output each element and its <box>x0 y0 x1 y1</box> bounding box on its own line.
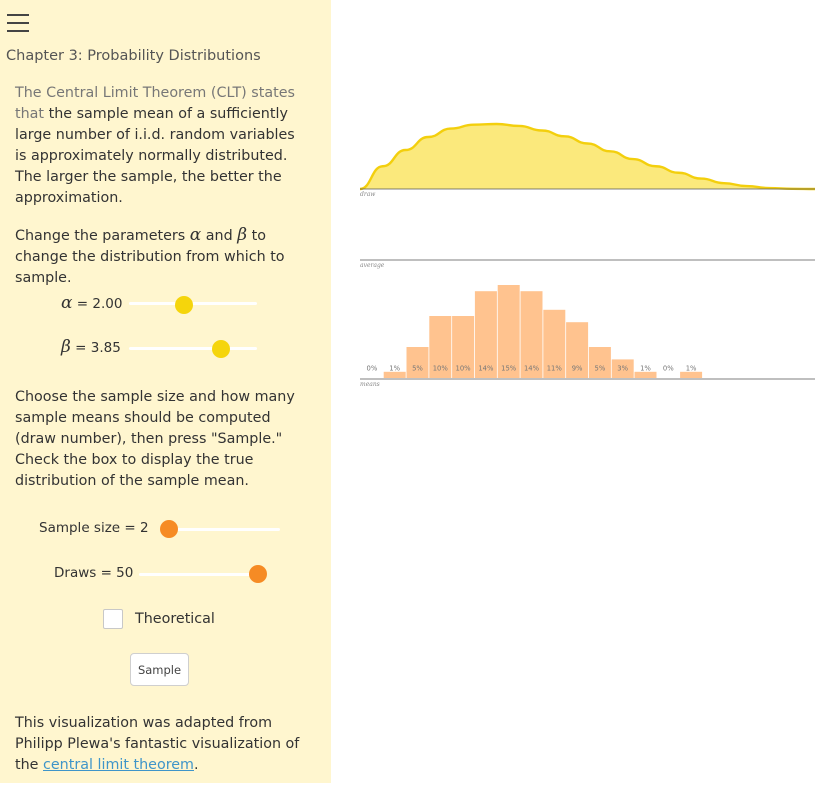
histogram-bar-label: 0% <box>663 365 674 373</box>
histogram-bar-label: 1% <box>389 365 400 373</box>
sample-size-slider-track[interactable] <box>160 528 280 531</box>
sample-button[interactable]: Sample <box>130 653 189 686</box>
density-chart <box>359 122 816 191</box>
histogram-bar-label: 15% <box>501 365 517 373</box>
histogram-bar-label: 14% <box>524 365 540 373</box>
beta-label-value: = 3.85 <box>75 340 121 356</box>
sample-size-label: Sample size = 2 <box>39 520 149 536</box>
histogram-bar <box>383 371 406 378</box>
intro-rest: the sample mean of a sufficiently large … <box>15 106 295 206</box>
credit-paragraph: This visualization was adapted from Phil… <box>15 713 310 776</box>
alpha-label: α = 2.00 <box>61 293 122 313</box>
params-and: and <box>205 228 233 244</box>
alpha-label-value: = 2.00 <box>76 296 123 312</box>
histogram-bar-label: 10% <box>456 365 472 373</box>
histogram-bar-label: 5% <box>412 365 423 373</box>
beta-label: β = 3.85 <box>61 337 121 357</box>
density-area <box>360 124 815 189</box>
histogram-chart: 0% 1% 5% 10% 10% 14% 15% 14% 11% 9% 5% 3% 1% 0% 1% <box>367 285 703 378</box>
beta-symbol: β <box>237 225 248 245</box>
average-axis-label: average <box>360 262 385 269</box>
histogram-bar <box>634 371 657 378</box>
visualization-panel: draw average 0% 1% 5% 10% 10% 14% 15% 14% 11% 9% 5… <box>331 0 826 783</box>
means-axis-label: means <box>360 381 380 388</box>
beta-slider-track[interactable] <box>129 347 257 350</box>
chapter-title[interactable]: Chapter 3: Probability Distributions <box>6 48 261 64</box>
histogram-bar-label: 1% <box>640 365 651 373</box>
draws-slider-track[interactable] <box>139 573 267 576</box>
theoretical-label[interactable]: Theoretical <box>135 611 215 627</box>
histogram-bar-label: 9% <box>572 365 583 373</box>
histogram-bar-label: 14% <box>478 365 494 373</box>
draw-axis-label: draw <box>360 191 376 198</box>
credit-period: . <box>194 757 199 773</box>
histogram-bar-label: 5% <box>595 365 606 373</box>
alpha-label-symbol: α <box>61 293 73 313</box>
sidebar: Chapter 3: Probability Distributions The… <box>0 0 331 783</box>
histogram-bar <box>680 371 703 378</box>
beta-slider-thumb[interactable] <box>211 340 230 358</box>
theoretical-checkbox[interactable] <box>103 609 123 629</box>
hamburger-menu-icon[interactable] <box>7 11 33 37</box>
params-pre: Change the parameters <box>15 228 186 244</box>
alpha-symbol: α <box>189 225 202 245</box>
clt-link[interactable]: central limit theorem <box>43 757 194 773</box>
sample-size-slider-thumb[interactable] <box>160 520 178 538</box>
visualization-svg: draw average 0% 1% 5% 10% 10% 14% 15% 14% 11% 9% 5… <box>359 122 816 388</box>
draws-slider-thumb[interactable] <box>249 565 267 583</box>
params-paragraph: Change the parameters α and β to change … <box>15 225 310 289</box>
intro-paragraph: The Central Limit Theorem (CLT) states t… <box>15 83 310 209</box>
histogram-bar <box>406 347 429 378</box>
histogram-bar-label: 1% <box>686 365 697 373</box>
histogram-bar-label: 0% <box>367 365 378 373</box>
beta-label-symbol: β <box>61 337 71 357</box>
histogram-bar-label: 3% <box>617 365 628 373</box>
draws-label: Draws = 50 <box>54 565 134 581</box>
histogram-bar-label: 10% <box>433 365 449 373</box>
sample-instructions: Choose the sample size and how many samp… <box>15 389 295 489</box>
histogram-bar-label: 11% <box>547 365 563 373</box>
alpha-slider-thumb[interactable] <box>175 296 194 314</box>
histogram-bar <box>588 347 611 378</box>
